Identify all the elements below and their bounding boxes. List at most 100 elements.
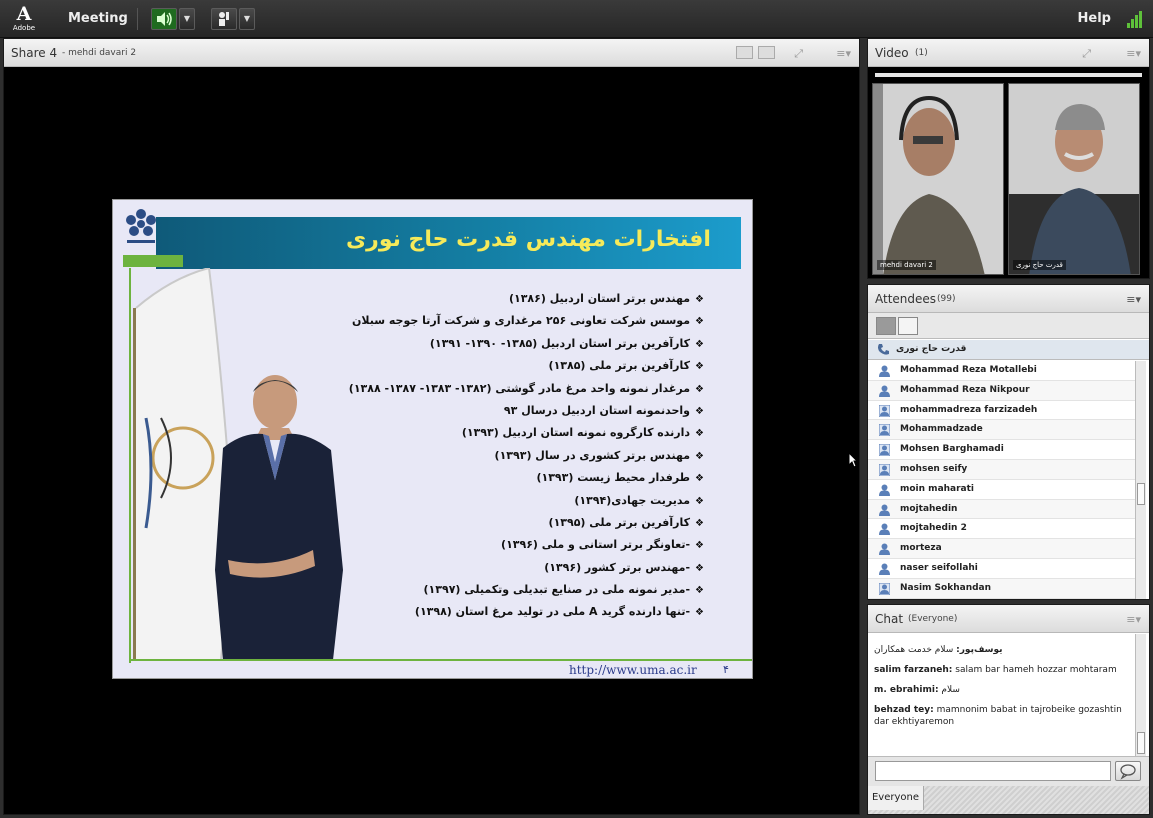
bullet-diamond-icon: ❖ <box>695 383 704 395</box>
video-toolbar <box>875 73 1142 77</box>
share-pod-title: Share 4 <box>11 46 58 60</box>
user-icon <box>879 543 890 556</box>
speech-bubble-icon <box>1120 764 1136 780</box>
adobe-logo: A Adobe <box>10 4 38 34</box>
chat-text: سلام خدمت همکاران <box>874 645 954 655</box>
presentation-slide: افتخارات مهندس قدرت حاج نوری ❖مهندس برتر… <box>112 199 753 679</box>
chat-sender: یوسف‌پور: <box>956 645 1003 655</box>
attendee-row[interactable]: Mohsen Barghamadi <box>868 440 1136 460</box>
slide-bullet: ❖-مهندس برتر کشور (۱۳۹۶) <box>284 557 704 579</box>
slide-page-number: ۴ <box>723 663 729 676</box>
video-pod-header: Video (1) ⤢ ≡▾ <box>868 39 1149 67</box>
status-button[interactable] <box>211 8 237 30</box>
user-icon <box>879 504 890 516</box>
chat-messages: یوسف‌پور: سلام خدمت همکاران salim farzan… <box>868 634 1136 756</box>
slide-title-banner: افتخارات مهندس قدرت حاج نوری <box>156 217 741 269</box>
pod-menu-icon[interactable]: ≡▾ <box>1126 293 1141 306</box>
fullscreen-icon[interactable]: ⤢ <box>794 47 803 61</box>
chevron-down-icon: ▼ <box>183 14 191 23</box>
attendee-row[interactable]: naser seifollahi <box>868 558 1136 579</box>
attendee-host-name: قدرت حاج نوری <box>896 344 967 354</box>
list-view-icon[interactable] <box>876 317 896 335</box>
share-pod-presenter: - mehdi davari 2 <box>62 48 137 58</box>
status-view-icon[interactable] <box>898 317 918 335</box>
bullet-diamond-icon: ❖ <box>695 428 704 440</box>
attendee-list-scrollbar[interactable] <box>1135 361 1146 599</box>
scrollbar-thumb[interactable] <box>1137 732 1145 754</box>
top-bar: A Adobe Meeting ▼ ▼ Help <box>0 0 1153 38</box>
speaker-button[interactable] <box>151 8 177 30</box>
attendee-row[interactable]: Mohammad Reza Nikpour <box>868 380 1136 401</box>
attendee-row[interactable]: Mohammad Reza Motallebi <box>868 361 1136 381</box>
slide-bullet: ❖دارنده کارگروه نمونه استان اردبیل (۱۳۹۳… <box>284 422 704 444</box>
bullet-diamond-icon: ❖ <box>695 495 704 507</box>
slide-bullet: ❖-تعاونگر برتر استانی و ملی (۱۳۹۶) <box>284 534 704 556</box>
adobe-logo-mark: A <box>16 3 32 25</box>
chat-input-area <box>868 756 1149 786</box>
chevron-down-icon: ▼ <box>243 14 251 23</box>
chat-footer: Everyone <box>868 786 1149 814</box>
user-group-icon <box>879 463 890 476</box>
attendee-row[interactable]: Mohammadzade <box>868 420 1136 441</box>
bullet-diamond-icon: ❖ <box>695 540 704 552</box>
slide-bullet: ❖مرغدار نمونه واحد مرغ مادر گوشتی (۱۳۸۲-… <box>284 378 704 400</box>
slide-bullet: ❖مهندس برتر استان اردبیل (۱۳۸۶) <box>284 288 704 310</box>
bullet-diamond-icon: ❖ <box>695 450 704 462</box>
user-group-icon <box>879 582 890 595</box>
video-feed-label: mehdi davari 2 <box>877 260 936 270</box>
fit-width-icon[interactable] <box>736 46 753 59</box>
status-dropdown[interactable]: ▼ <box>239 8 255 30</box>
user-icon <box>879 385 890 397</box>
video-feed[interactable]: mehdi davari 2 <box>872 83 1004 275</box>
video-pod-title: Video <box>875 46 909 60</box>
attendees-pod-title: Attendees <box>875 292 937 306</box>
slide-bullet-list: ❖مهندس برتر استان اردبیل (۱۳۸۶) ❖موسس شر… <box>284 288 704 624</box>
pod-menu-icon[interactable]: ≡▾ <box>1126 613 1141 626</box>
attendees-pod-header: Attendees (99) ≡▾ <box>868 285 1149 313</box>
bullet-diamond-icon: ❖ <box>695 316 704 328</box>
attendee-host-row[interactable]: قدرت حاج نوری <box>868 340 1149 360</box>
chat-text: salam bar hameh hozzar mohtaram <box>955 665 1117 675</box>
attendee-row[interactable]: Nasim Sokhandan <box>868 578 1136 599</box>
scrollbar-thumb[interactable] <box>1137 483 1145 505</box>
bullet-diamond-icon: ❖ <box>695 473 704 485</box>
slide-bullet: ❖مدیریت جهادی(۱۳۹۴) <box>284 490 704 512</box>
help-menu[interactable]: Help <box>1078 11 1111 26</box>
chat-pod-header: Chat (Everyone) ≡▾ <box>868 605 1149 633</box>
pod-menu-icon[interactable]: ≡▾ <box>1126 47 1141 60</box>
attendee-row[interactable]: mohammadreza farzizadeh <box>868 400 1136 421</box>
adobe-logo-text: Adobe <box>12 24 36 32</box>
adobe-connect-window: A Adobe Meeting ▼ ▼ Help Share 4 - mehdi… <box>0 0 1153 818</box>
chat-sender: salim farzaneh: <box>874 665 953 675</box>
attendee-row[interactable]: mohsen seify <box>868 459 1136 480</box>
full-view-icon[interactable] <box>758 46 775 59</box>
attendee-row[interactable]: morteza <box>868 539 1136 559</box>
webcam-person-image <box>1009 84 1139 274</box>
slide-bullet: ❖-تنها دارنده گرید A ملی در تولید مرغ اس… <box>284 601 704 623</box>
chat-scrollbar[interactable] <box>1135 634 1146 756</box>
bullet-diamond-icon: ❖ <box>695 294 704 305</box>
speaker-dropdown[interactable]: ▼ <box>179 8 195 30</box>
slide-bullet: ❖موسس شرکت تعاونی ۲۵۶ مرغداری و شرکت آرت… <box>284 310 704 332</box>
video-feed[interactable]: قدرت حاج نوری <box>1008 83 1140 275</box>
attendee-row[interactable]: mojtahedin 2 <box>868 519 1136 540</box>
webcam-person-image <box>873 84 1003 274</box>
chat-message: salim farzaneh: salam bar hameh hozzar m… <box>874 664 1130 676</box>
meeting-menu[interactable]: Meeting <box>68 11 128 26</box>
divider <box>137 8 138 30</box>
attendee-row[interactable]: moin maharati <box>868 479 1136 500</box>
bullet-diamond-icon: ❖ <box>695 405 704 417</box>
send-message-button[interactable] <box>1115 761 1141 781</box>
pod-menu-icon[interactable]: ≡▾ <box>836 47 851 60</box>
slide-bullet: ❖طرفدار محیط زیست (۱۳۹۳) <box>284 467 704 489</box>
slide-bullet: ❖کارآفرین برتر ملی (۱۳۸۵) <box>284 355 704 377</box>
chat-scope: (Everyone) <box>908 614 958 624</box>
chat-text: سلام <box>941 685 960 695</box>
video-pod: Video (1) ⤢ ≡▾ mehdi davari 2 قدرت حاج ن… <box>867 38 1150 279</box>
bullet-diamond-icon: ❖ <box>695 517 704 529</box>
attendee-row[interactable]: mojtahedin <box>868 499 1136 520</box>
chat-input[interactable] <box>875 761 1111 781</box>
fullscreen-icon[interactable]: ⤢ <box>1082 47 1091 61</box>
slide-bullet: ❖واحدنمونه استان اردبیل درسال ۹۳ <box>284 400 704 422</box>
chat-tab-everyone[interactable]: Everyone <box>868 786 924 810</box>
